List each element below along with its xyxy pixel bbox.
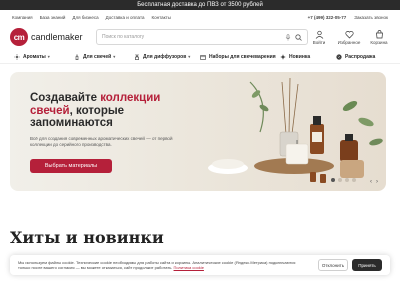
cookie-banner: Мы используем файлы cookie. Технические …: [10, 255, 390, 275]
login-label: Войти: [312, 39, 326, 45]
logo[interactable]: cm candlemaker: [10, 28, 90, 46]
callback-link[interactable]: Заказать звонок: [354, 15, 388, 20]
chevron-right-icon[interactable]: ›: [376, 179, 378, 185]
search-icon[interactable]: [295, 33, 302, 41]
slider-dot[interactable]: [338, 178, 342, 182]
cookie-text: Мы используем файлы cookie. Технические …: [18, 260, 308, 270]
section-title[interactable]: Хиты и новинки: [10, 228, 164, 247]
slider-dot[interactable]: [352, 178, 356, 182]
percent-icon: [336, 53, 342, 60]
favorites-label: Избранное: [337, 39, 361, 45]
category-for-candles[interactable]: Для свечей ▾: [74, 54, 134, 60]
hero-title: Создавайте коллекции свечей, которые зап…: [30, 92, 190, 130]
search-input[interactable]: Поиск по каталогу: [96, 29, 308, 45]
category-label: Для свечей: [83, 53, 112, 60]
cookie-message: Мы используем файлы cookie. Технические …: [18, 260, 296, 270]
diffuser-icon: [135, 53, 139, 60]
chevron-down-icon: ▾: [188, 54, 191, 59]
chevron-left-icon[interactable]: ‹: [370, 179, 372, 185]
logo-text: candlemaker: [31, 32, 83, 42]
logo-mark: cm: [10, 28, 28, 46]
slider-dot[interactable]: [345, 178, 349, 182]
category-label: Новинка: [289, 53, 311, 60]
candle-icon: [75, 53, 79, 60]
wooden-jar: [340, 160, 364, 178]
cart-label: Корзина: [370, 39, 388, 45]
category-label: Наборы для свечеварения: [209, 53, 276, 60]
category-label: Ароматы: [23, 53, 46, 60]
top-links: Компания База знаний Для бизнеса Доставк…: [12, 15, 308, 20]
promo-banner: Бесплатная доставка до ПВЗ от 3500 рубле…: [0, 0, 400, 10]
cookie-accept-button[interactable]: Принять: [352, 259, 382, 271]
header-icons: Войти Избранное Корзина: [308, 29, 390, 45]
top-link-contacts[interactable]: Контакты: [151, 15, 170, 20]
choose-materials-button[interactable]: Выбрать материалы: [30, 159, 112, 173]
hero-title-start: Создавайте: [30, 92, 101, 104]
phone-number[interactable]: +7 (499) 322-05-77: [308, 15, 347, 20]
leaf: [251, 90, 261, 98]
chevron-down-icon: ▾: [47, 54, 50, 59]
top-link-delivery[interactable]: Доставка и оплата: [106, 15, 145, 20]
cart-button[interactable]: Корзина: [368, 29, 390, 45]
favorites-button[interactable]: Избранное: [338, 30, 360, 45]
aroma-icon: [14, 53, 20, 60]
promo-text: Бесплатная доставка до ПВЗ от 3500 рубле…: [137, 2, 263, 8]
login-button[interactable]: Войти: [308, 30, 330, 45]
header: cm candlemaker Поиск по каталогу Войти И…: [0, 24, 400, 50]
slider-arrows: ‹ ›: [370, 179, 378, 185]
sparkle-icon: [280, 53, 286, 60]
candle-jar: [285, 143, 309, 165]
chevron-down-icon: ▾: [113, 54, 116, 59]
category-nav: Ароматы ▾ Для свечей ▾ Для диффузоров ▾ Наб…: [0, 50, 400, 64]
user-icon: [315, 30, 323, 39]
top-link-business[interactable]: Для бизнеса: [72, 15, 98, 20]
slider-dots: [331, 178, 356, 182]
amber-bottle: [340, 140, 358, 162]
cookie-policy-link[interactable]: Политика cookie: [174, 265, 204, 270]
category-label: Распродажа: [345, 53, 376, 60]
slider-dot[interactable]: [331, 178, 335, 182]
top-link-company[interactable]: Компания: [12, 15, 33, 20]
category-kits[interactable]: Наборы для свечеварения: [200, 54, 280, 60]
chevron-right-icon[interactable]: ›: [154, 232, 157, 242]
category-sale[interactable]: Распродажа: [336, 54, 386, 60]
top-bar: Компания База знаний Для бизнеса Доставк…: [0, 10, 400, 24]
box-icon: [200, 54, 206, 60]
category-for-diffusers[interactable]: Для диффузоров ▾: [134, 54, 200, 60]
leaf: [358, 117, 374, 127]
cart-icon: [375, 29, 383, 38]
top-link-knowledge[interactable]: База знаний: [40, 15, 66, 20]
leaf: [259, 104, 269, 112]
category-label: Для диффузоров: [143, 53, 187, 60]
mic-icon[interactable]: [285, 33, 291, 41]
hero-banner[interactable]: Создавайте коллекции свечей, которые зап…: [10, 72, 386, 191]
heart-icon: [344, 30, 354, 39]
hero-subtitle: Всё для создания современных ароматическ…: [30, 136, 173, 147]
leaf: [342, 100, 358, 112]
cookie-decline-button[interactable]: Отклонить: [318, 259, 348, 271]
category-aromas[interactable]: Ароматы ▾: [14, 54, 74, 60]
search-placeholder: Поиск по каталогу: [102, 34, 145, 40]
category-new[interactable]: Новинка: [280, 54, 336, 60]
leaf: [369, 138, 383, 146]
hero-image: [208, 77, 383, 183]
